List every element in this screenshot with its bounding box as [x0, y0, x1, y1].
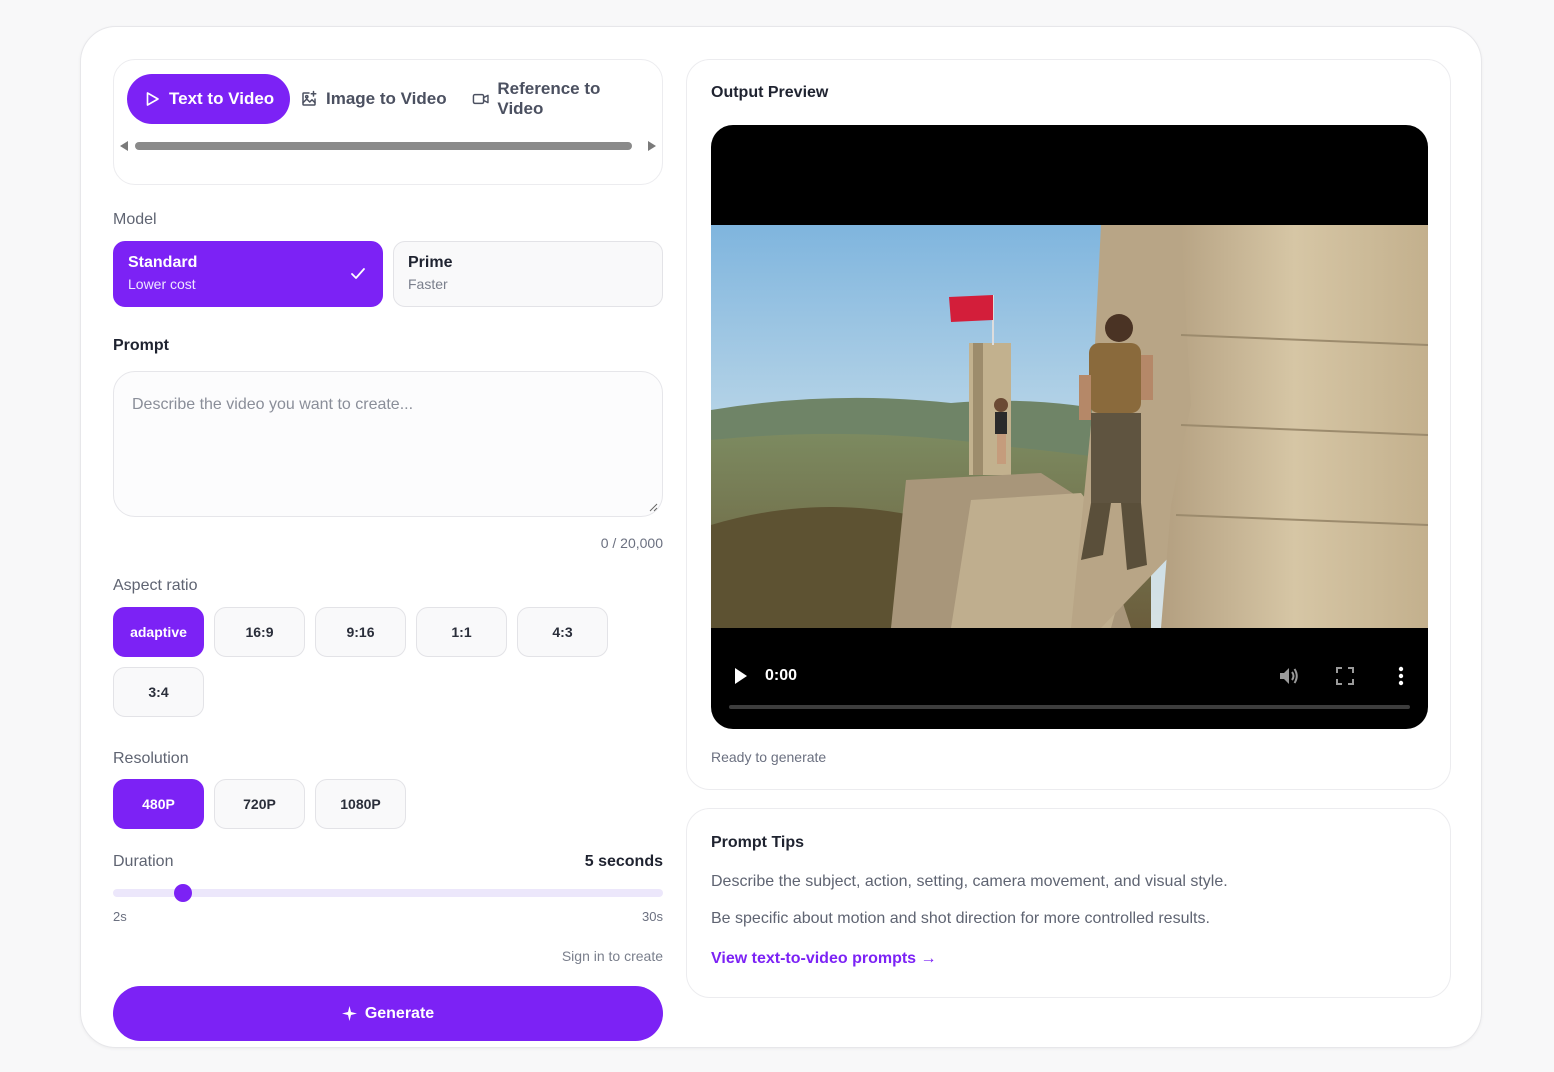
settings-column: Text to Video Image to Video Reference t…: [113, 59, 663, 1041]
resolution-options: 480P 720P 1080P: [113, 779, 613, 829]
image-plus-icon: [302, 90, 317, 106]
more-options-icon[interactable]: [1398, 666, 1404, 686]
generate-button[interactable]: Generate: [113, 986, 663, 1041]
slider-min-label: 2s: [113, 909, 127, 924]
video-time: 0:00: [765, 667, 798, 684]
play-icon[interactable]: [733, 666, 749, 686]
resolution-option-720p[interactable]: 720P: [214, 779, 305, 829]
slider-max-label: 30s: [642, 909, 663, 924]
volume-icon[interactable]: [1278, 666, 1300, 686]
video-camera-icon: [472, 93, 489, 105]
output-preview-panel: Output Preview 0:00 Ready to generate: [686, 59, 1451, 790]
tab-image-to-video[interactable]: Image to Video: [284, 74, 463, 124]
duration-header: Duration 5 seconds: [113, 853, 663, 871]
duration-value: 5 seconds: [584, 853, 663, 870]
slider-handle[interactable]: [173, 884, 192, 902]
aspect-option-9-16[interactable]: 9:16: [315, 607, 406, 657]
aspect-option-16-9[interactable]: 16:9: [214, 607, 305, 657]
scroll-left-arrow-icon[interactable]: [120, 141, 128, 151]
video-generator-card: Text to Video Image to Video Reference t…: [80, 26, 1482, 1048]
model-option-prime[interactable]: Prime Faster: [393, 241, 663, 307]
slider-track[interactable]: [113, 889, 663, 897]
aspect-ratio-label: Aspect ratio: [113, 577, 198, 594]
model-subtitle: Faster: [408, 276, 448, 292]
prompt-label: Prompt: [113, 337, 169, 354]
tab-text-to-video[interactable]: Text to Video: [127, 74, 291, 124]
duration-label: Duration: [113, 853, 174, 870]
generate-label: Generate: [364, 1004, 435, 1022]
scrollbar-thumb[interactable]: [135, 142, 632, 150]
model-title: Prime: [408, 254, 453, 271]
video-controls: 0:00: [711, 629, 1428, 729]
tip-line: Be specific about motion and shot direct…: [711, 910, 1210, 927]
resolution-label: Resolution: [113, 750, 189, 767]
prompt-tips-panel: Prompt Tips Describe the subject, action…: [686, 808, 1451, 998]
view-prompts-link[interactable]: View text-to-video prompts →: [711, 950, 937, 968]
duration-slider[interactable]: [113, 883, 663, 903]
aspect-ratio-options: adaptive 16:9 9:16 1:1 4:3 3:4: [113, 607, 613, 717]
prompt-input[interactable]: [132, 396, 644, 492]
model-title: Standard: [128, 254, 198, 271]
prompt-char-counter: 0 / 20,000: [600, 535, 663, 551]
aspect-option-1-1[interactable]: 1:1: [416, 607, 507, 657]
checkmark-icon: [351, 268, 365, 279]
tabs-scrollbar[interactable]: [118, 140, 658, 152]
prompt-container: [113, 371, 663, 517]
tab-label: Reference to Video: [497, 79, 601, 118]
signin-hint: Sign in to create: [561, 948, 663, 964]
model-label: Model: [113, 211, 157, 228]
scroll-right-arrow-icon[interactable]: [648, 141, 656, 151]
fullscreen-icon[interactable]: [1336, 667, 1354, 685]
model-option-standard[interactable]: Standard Lower cost: [113, 241, 383, 307]
tab-reference-to-video[interactable]: Reference to Video: [456, 74, 662, 124]
tab-label: Image to Video: [326, 89, 447, 108]
video-progress-bar[interactable]: [729, 705, 1410, 709]
tab-label: Text to Video: [169, 89, 275, 108]
tips-title: Prompt Tips: [711, 834, 805, 851]
aspect-option-adaptive[interactable]: adaptive: [113, 607, 204, 657]
preview-status: Ready to generate: [711, 749, 827, 765]
resize-grip-icon[interactable]: [648, 502, 658, 512]
video-frame: [711, 225, 1428, 628]
model-subtitle: Lower cost: [128, 276, 196, 292]
aspect-option-3-4[interactable]: 3:4: [113, 667, 204, 717]
resolution-option-480p[interactable]: 480P: [113, 779, 204, 829]
resolution-option-1080p[interactable]: 1080P: [315, 779, 406, 829]
slider-range-labels: 2s 30s: [113, 909, 663, 924]
mode-tabs: Text to Video Image to Video Reference t…: [113, 59, 663, 185]
model-options: Standard Lower cost Prime Faster: [113, 241, 663, 307]
preview-title: Output Preview: [711, 84, 829, 101]
play-outline-icon: [146, 92, 159, 106]
tip-line: Describe the subject, action, setting, c…: [711, 873, 1228, 890]
aspect-option-4-3[interactable]: 4:3: [517, 607, 608, 657]
sparkle-icon: [341, 1006, 357, 1021]
video-player[interactable]: 0:00: [711, 125, 1428, 729]
